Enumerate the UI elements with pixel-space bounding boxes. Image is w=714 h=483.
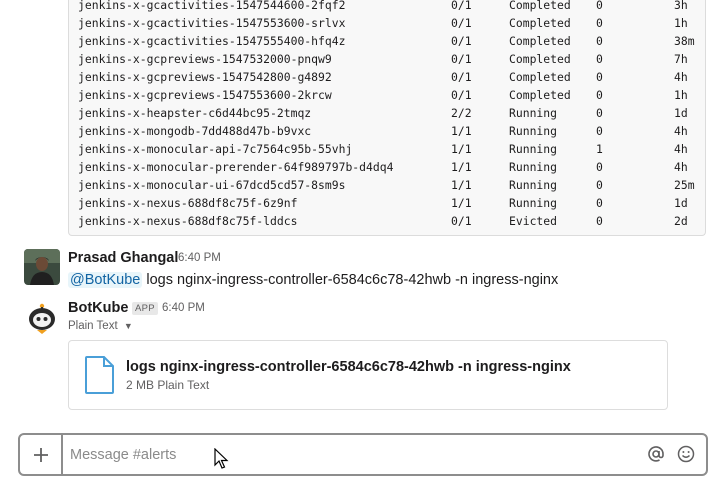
pod-age: 2d [674, 214, 688, 228]
file-type-label: Plain Text [68, 320, 118, 332]
pod-ready: 0/1 [451, 16, 472, 30]
pod-status: Evicted [509, 214, 558, 228]
pod-ready: 0/1 [451, 70, 472, 84]
pod-status: Completed [509, 70, 571, 84]
pod-status: Running [509, 160, 558, 174]
pod-name: jenkins-x-monocular-api-7c7564c95b-55vhj [78, 142, 353, 156]
pod-ready: 0/1 [451, 34, 472, 48]
pod-ready: 0/1 [451, 0, 472, 12]
pod-name: jenkins-x-gcpreviews-1547542800-g4892 [78, 70, 332, 84]
timestamp-bot[interactable]: 6:40 PM [162, 302, 205, 314]
pod-status: Completed [509, 88, 571, 102]
pod-age: 1h [674, 16, 688, 30]
pod-restarts: 0 [596, 196, 603, 210]
pod-name: jenkins-x-monocular-ui-67dcd5cd57-8sm9s [78, 178, 346, 192]
botkube-logo-icon [24, 299, 60, 335]
app-badge: APP [132, 302, 158, 315]
pod-restarts: 0 [596, 34, 603, 48]
avatar-botkube[interactable] [24, 299, 60, 335]
pod-age: 7h [674, 52, 688, 66]
pod-status: Running [509, 196, 558, 210]
pod-restarts: 0 [596, 16, 603, 30]
pod-name: jenkins-x-monocular-prerender-64f989797b… [78, 160, 394, 174]
pod-restarts: 0 [596, 214, 603, 228]
pod-status: Running [509, 142, 558, 156]
pod-name: jenkins-x-heapster-c6d44bc95-2tmqz [78, 106, 312, 120]
pod-ready: 1/1 [451, 160, 472, 174]
pod-status: Running [509, 124, 558, 138]
pod-status: Completed [509, 0, 571, 12]
pod-ready: 0/1 [451, 88, 472, 102]
pod-age: 38m [674, 34, 695, 48]
pod-restarts: 0 [596, 106, 603, 120]
pod-ready: 1/1 [451, 196, 472, 210]
message-input[interactable] [68, 443, 632, 467]
pod-ready: 0/1 [451, 52, 472, 66]
file-type-dropdown[interactable]: Plain Text ▼ [68, 320, 133, 332]
pod-ready: 0/1 [451, 214, 472, 228]
pod-age: 4h [674, 142, 688, 156]
at-sign-icon [648, 446, 664, 462]
pod-list-code-block: jenkins-x-gcactivities-1547544600-2fqf2 0… [68, 0, 706, 236]
pod-ready: 1/1 [451, 178, 472, 192]
pod-age: 25m [674, 178, 695, 192]
pod-name: jenkins-x-gcactivities-1547555400-hfq4z [78, 34, 346, 48]
add-attachment-button[interactable] [20, 435, 63, 474]
pod-age: 1d [674, 106, 688, 120]
timestamp-user[interactable]: 6:40 PM [178, 252, 221, 264]
pod-status: Completed [509, 34, 571, 48]
mention-botkube[interactable]: @BotKube [68, 272, 143, 288]
sender-name-user[interactable]: Prasad Ghangal [68, 250, 178, 266]
pod-status: Completed [509, 16, 571, 30]
pod-name: jenkins-x-nexus-688df8c75f-6z9nf [78, 196, 298, 210]
pod-name: jenkins-x-gcpreviews-1547553600-2krcw [78, 88, 332, 102]
sender-name-bot[interactable]: BotKube [68, 300, 128, 316]
pod-status: Running [509, 178, 558, 192]
file-name[interactable]: logs nginx-ingress-controller-6584c6c78-… [126, 359, 571, 375]
pod-name: jenkins-x-gcactivities-1547544600-2fqf2 [78, 0, 346, 12]
pod-age: 3h [674, 0, 688, 12]
emoji-button[interactable] [675, 443, 697, 465]
plus-icon [33, 447, 48, 462]
pod-restarts: 0 [596, 0, 603, 12]
pod-restarts: 0 [596, 160, 603, 174]
pod-age: 4h [674, 124, 688, 138]
pod-ready: 1/1 [451, 124, 472, 138]
mouse-cursor-icon [214, 448, 229, 469]
file-document-icon [85, 356, 114, 394]
pod-age: 4h [674, 70, 688, 84]
avatar-prasad[interactable] [24, 249, 60, 285]
pod-status: Completed [509, 52, 571, 66]
pod-restarts: 0 [596, 178, 603, 192]
pod-ready: 1/1 [451, 142, 472, 156]
pod-name: jenkins-x-nexus-688df8c75f-lddcs [78, 214, 298, 228]
mention-button[interactable] [645, 443, 667, 465]
file-meta: 2 MB Plain Text [126, 378, 210, 392]
message-text-user: @BotKube logs nginx-ingress-controller-6… [68, 272, 558, 288]
pod-name: jenkins-x-mongodb-7dd488d47b-b9vxc [78, 124, 312, 138]
smiley-icon [677, 445, 695, 463]
pod-ready: 2/2 [451, 106, 472, 120]
message-composer [18, 433, 708, 476]
pod-restarts: 0 [596, 70, 603, 84]
pod-age: 4h [674, 160, 688, 174]
pod-restarts: 0 [596, 88, 603, 102]
command-text: logs nginx-ingress-controller-6584c6c78-… [146, 272, 559, 288]
pod-restarts: 0 [596, 124, 603, 138]
pod-age: 1h [674, 88, 688, 102]
pod-restarts: 0 [596, 52, 603, 66]
pod-status: Running [509, 106, 558, 120]
user-photo-icon [24, 249, 60, 285]
pod-name: jenkins-x-gcpreviews-1547532000-pnqw9 [78, 52, 332, 66]
pod-restarts: 1 [596, 142, 603, 156]
file-attachment-card[interactable]: logs nginx-ingress-controller-6584c6c78-… [68, 340, 668, 410]
caret-down-icon: ▼ [123, 321, 133, 331]
pod-age: 1d [674, 196, 688, 210]
pod-name: jenkins-x-gcactivities-1547553600-srlvx [78, 16, 346, 30]
